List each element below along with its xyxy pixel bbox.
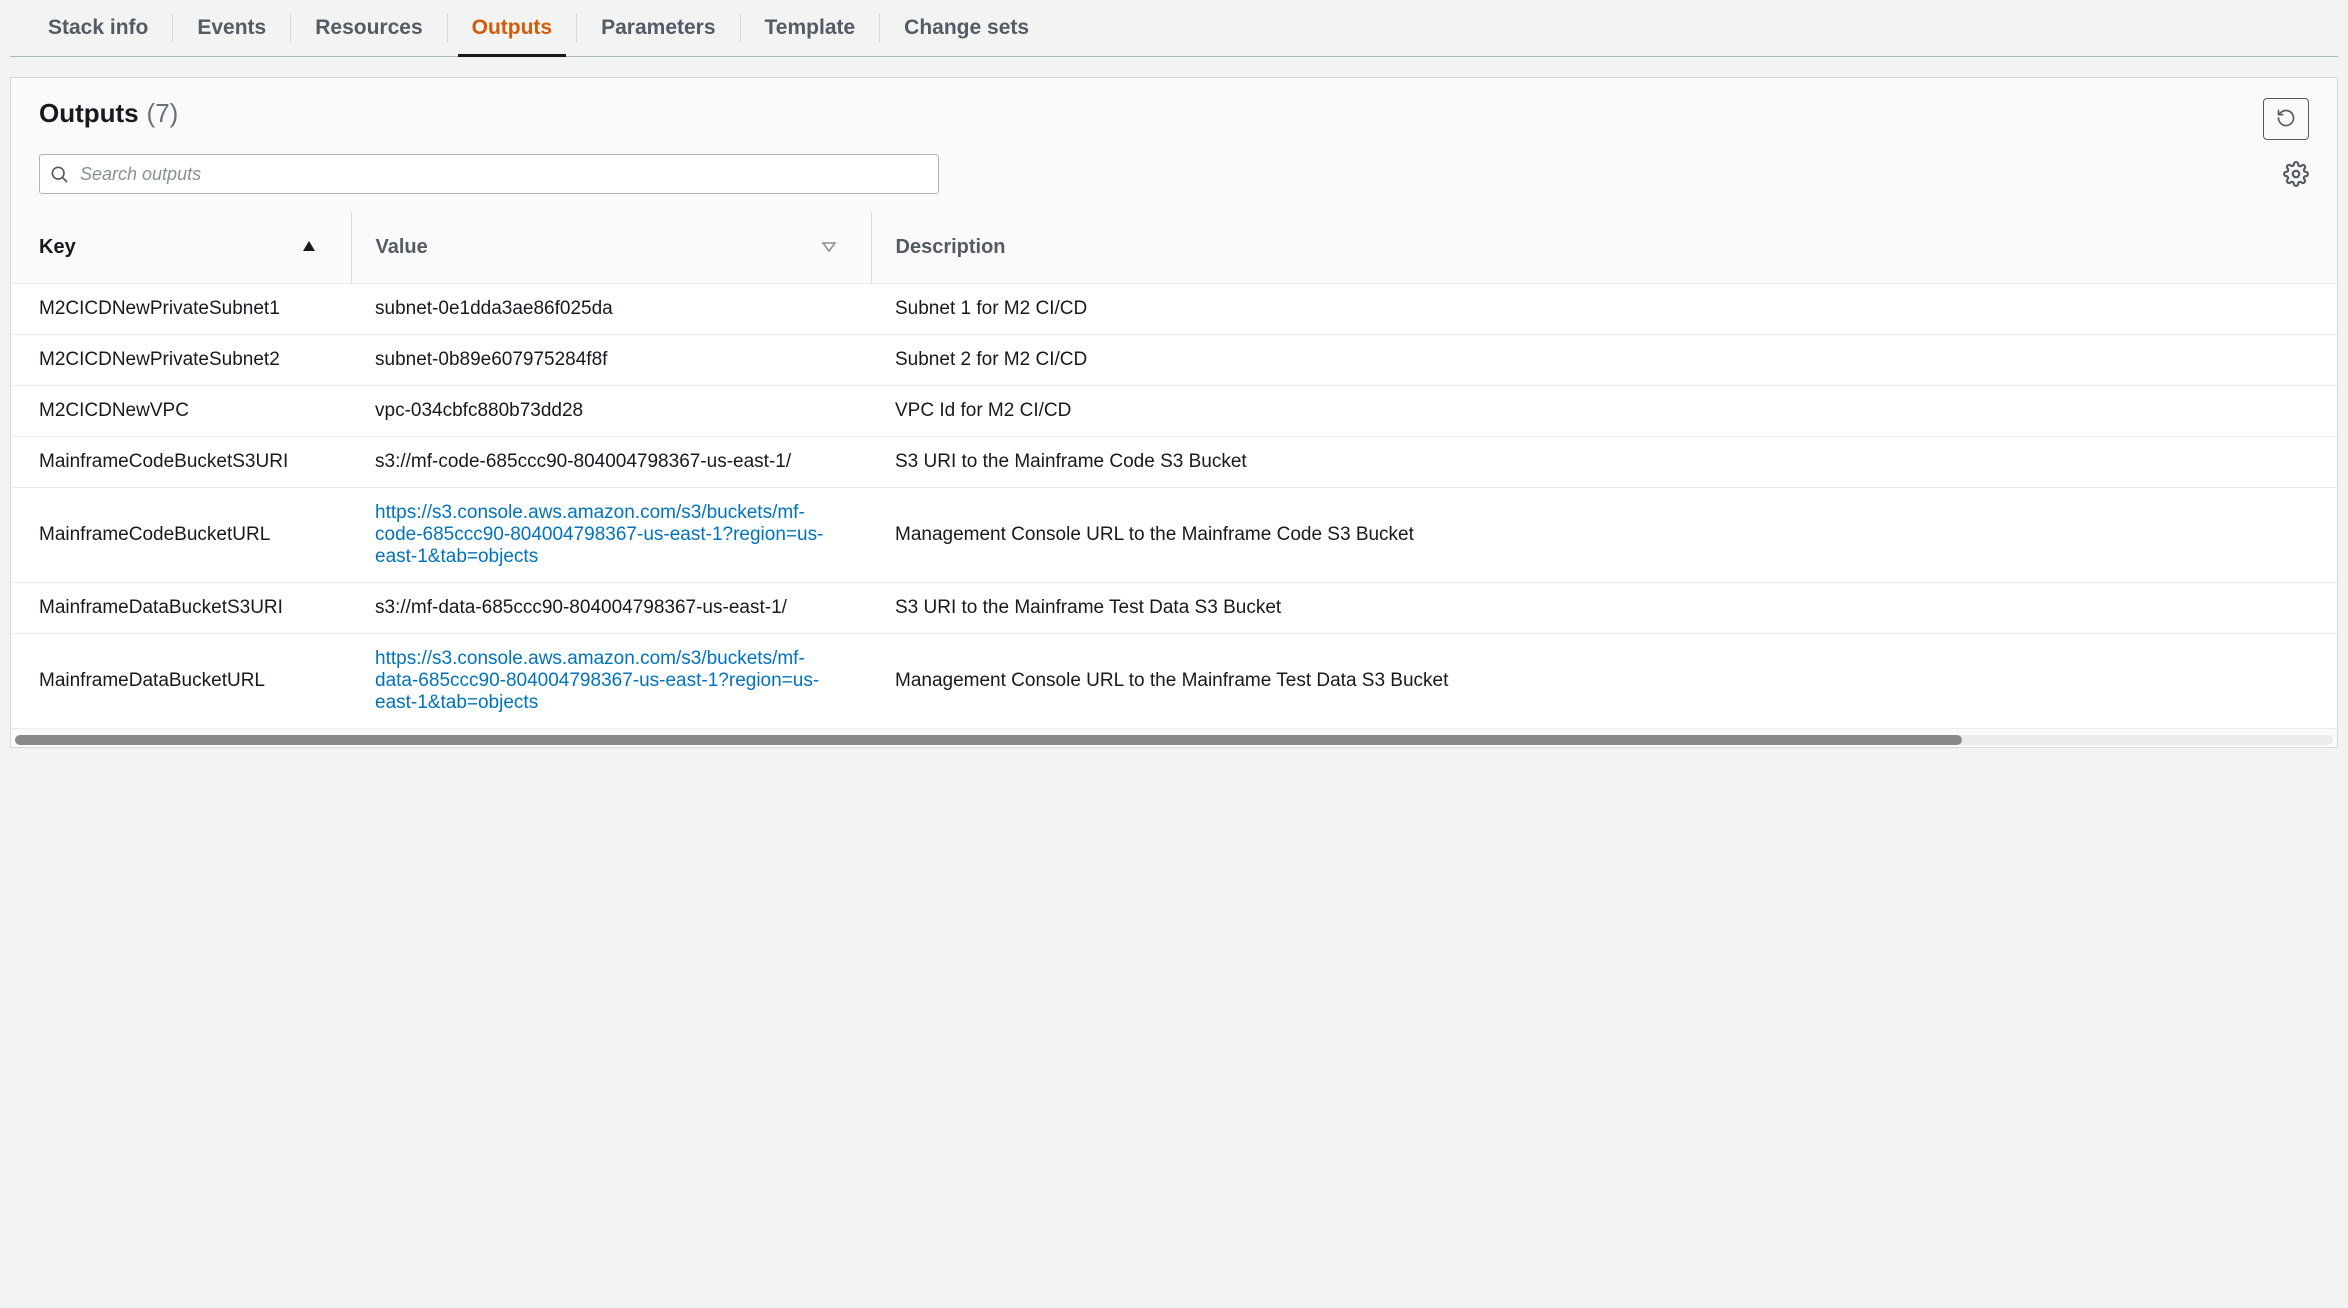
table-row: M2CICDNewVPCvpc-034cbfc880b73dd28VPC Id … (11, 386, 2337, 437)
cell-value[interactable]: https://s3.console.aws.amazon.com/s3/buc… (351, 634, 871, 729)
tab-parameters[interactable]: Parameters (577, 0, 739, 56)
refresh-button[interactable] (2263, 98, 2309, 140)
table-row: M2CICDNewPrivateSubnet2subnet-0b89e60797… (11, 335, 2337, 386)
table-row: M2CICDNewPrivateSubnet1subnet-0e1dda3ae8… (11, 284, 2337, 335)
cell-key: MainframeCodeBucketS3URI (11, 437, 351, 488)
cell-value[interactable]: https://s3.console.aws.amazon.com/s3/buc… (351, 488, 871, 583)
tab-bar: Stack infoEventsResourcesOutputsParamete… (10, 0, 2338, 57)
cell-key: M2CICDNewPrivateSubnet2 (11, 335, 351, 386)
cell-description: Management Console URL to the Mainframe … (871, 488, 2337, 583)
sort-none-icon (821, 236, 837, 259)
cell-value: subnet-0e1dda3ae86f025da (351, 284, 871, 335)
cell-description: VPC Id for M2 CI/CD (871, 386, 2337, 437)
gear-icon (2283, 175, 2309, 190)
cell-description: Subnet 2 for M2 CI/CD (871, 335, 2337, 386)
panel-title: Outputs (39, 98, 139, 129)
table-row: MainframeCodeBucketS3URIs3://mf-code-685… (11, 437, 2337, 488)
cell-value: s3://mf-data-685ccc90-804004798367-us-ea… (351, 583, 871, 634)
tab-stack-info[interactable]: Stack info (24, 0, 172, 56)
table-row: MainframeDataBucketURL https://s3.console… (11, 634, 2337, 729)
cell-key: M2CICDNewPrivateSubnet1 (11, 284, 351, 335)
column-header-value[interactable]: Value (351, 212, 871, 284)
column-header-description[interactable]: Description (871, 212, 2337, 284)
cell-description: Management Console URL to the Mainframe … (871, 634, 2337, 729)
cell-value: vpc-034cbfc880b73dd28 (351, 386, 871, 437)
outputs-table: Key Value (11, 212, 2337, 729)
outputs-panel: Outputs (7) (10, 77, 2338, 748)
cell-key: MainframeCodeBucketURL (11, 488, 351, 583)
cell-description: Subnet 1 for M2 CI/CD (871, 284, 2337, 335)
cell-value: subnet-0b89e607975284f8f (351, 335, 871, 386)
tab-change-sets[interactable]: Change sets (880, 0, 1053, 56)
column-header-description-label: Description (896, 236, 1006, 259)
cell-key: M2CICDNewVPC (11, 386, 351, 437)
column-header-key[interactable]: Key (11, 212, 351, 284)
refresh-icon (2276, 108, 2296, 131)
value-link[interactable]: https://s3.console.aws.amazon.com/s3/buc… (375, 502, 823, 567)
tab-template[interactable]: Template (741, 0, 880, 56)
sort-asc-icon (301, 236, 317, 259)
panel-count: (7) (147, 98, 179, 128)
tab-resources[interactable]: Resources (291, 0, 446, 56)
cell-key: MainframeDataBucketURL (11, 634, 351, 729)
column-header-value-label: Value (376, 236, 428, 259)
tab-outputs[interactable]: Outputs (448, 0, 576, 56)
cell-key: MainframeDataBucketS3URI (11, 583, 351, 634)
outputs-table-wrap: Key Value (11, 212, 2337, 729)
column-header-key-label: Key (39, 236, 76, 259)
horizontal-scrollbar[interactable] (15, 735, 2333, 745)
table-row: MainframeCodeBucketURL https://s3.console… (11, 488, 2337, 583)
value-link[interactable]: https://s3.console.aws.amazon.com/s3/buc… (375, 648, 819, 713)
search-icon (49, 164, 69, 184)
cell-description: S3 URI to the Mainframe Test Data S3 Buc… (871, 583, 2337, 634)
tab-events[interactable]: Events (173, 0, 290, 56)
cell-description: S3 URI to the Mainframe Code S3 Bucket (871, 437, 2337, 488)
search-input[interactable] (39, 154, 939, 194)
settings-button[interactable] (2283, 161, 2309, 187)
table-row: MainframeDataBucketS3URIs3://mf-data-685… (11, 583, 2337, 634)
cell-value: s3://mf-code-685ccc90-804004798367-us-ea… (351, 437, 871, 488)
